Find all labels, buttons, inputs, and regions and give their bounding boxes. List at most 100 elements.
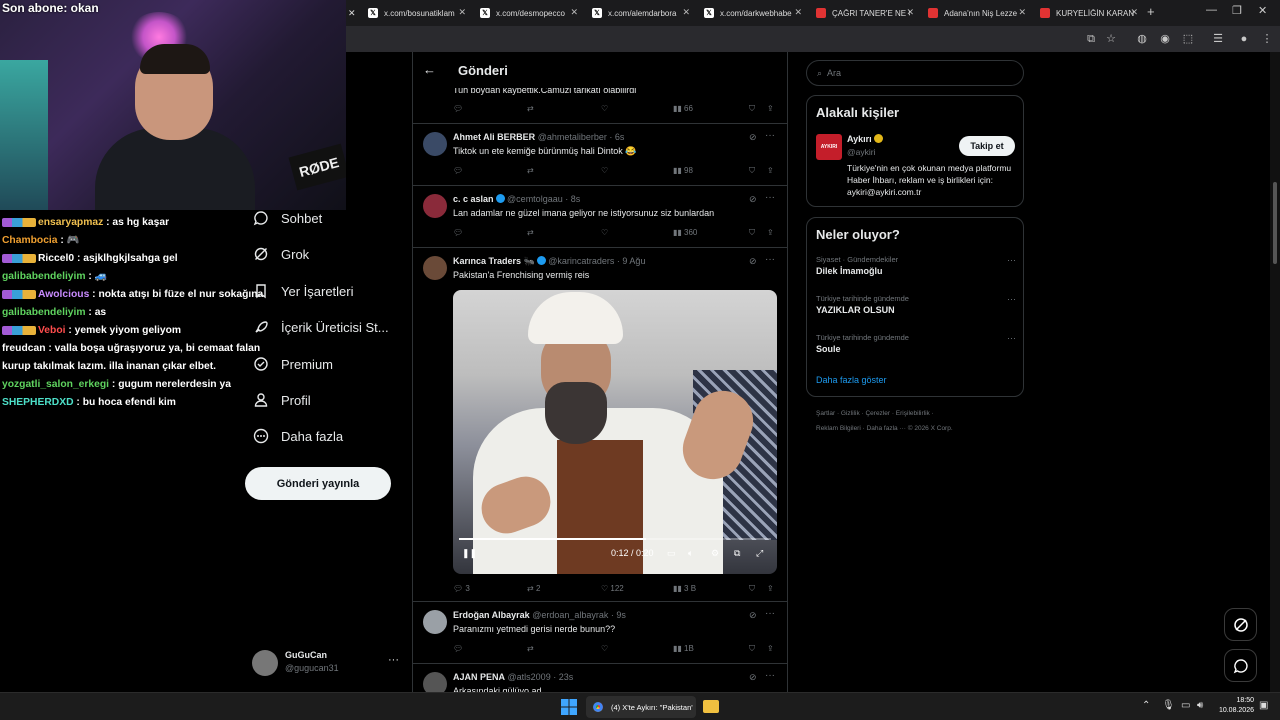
browser-tab[interactable]: ✕ [346, 3, 362, 23]
scrollbar-thumb[interactable] [1273, 182, 1277, 264]
like-icon[interactable]: ♡ [601, 644, 608, 653]
browser-tab[interactable]: KURYELİĞİN KARANL ✕ [1034, 3, 1142, 23]
grok-icon[interactable]: ⊘ [749, 610, 757, 621]
page-scrollbar[interactable] [1270, 52, 1280, 692]
close-tab-icon[interactable]: ✕ [682, 7, 690, 18]
bookmark-icon[interactable]: ⛉ [749, 584, 755, 594]
minimize-icon[interactable]: — [1206, 4, 1217, 16]
repost-icon[interactable]: ⇄ [527, 166, 534, 175]
grok-icon[interactable]: ⊘ [749, 256, 757, 267]
settings-icon[interactable]: ⚙ [711, 548, 719, 559]
author-handle[interactable]: @cemtolgaau · 8s [507, 194, 580, 204]
more-icon[interactable]: ··· [388, 654, 399, 666]
aykiri-logo[interactable]: AYKIRI [816, 134, 842, 160]
trend-item[interactable]: Türkiye tarihinde gündemde Soule ··· [816, 333, 1016, 354]
repost-icon[interactable]: ⇄ [527, 644, 534, 653]
share-icon[interactable]: ⇪ [767, 228, 774, 237]
pip-icon[interactable]: ⧉ [734, 548, 740, 559]
grok-icon[interactable]: ⊘ [749, 132, 757, 143]
bookmark-icon[interactable]: ⛉ [749, 166, 755, 176]
taskbar-chrome-window[interactable]: (4) X'te Aykırı: "Pakistan' [586, 696, 696, 718]
chevron-up-icon[interactable]: ⌃ [1142, 700, 1150, 711]
author-name[interactable]: Karınca Traders 🐜 [453, 256, 535, 266]
reply-icon[interactable]: 💬︎ [453, 104, 463, 113]
bookmark-icon[interactable]: ⛉ [749, 104, 755, 114]
share-icon[interactable]: ⇪ [767, 584, 774, 593]
share-icon[interactable]: ⇪ [767, 166, 774, 175]
post-button[interactable]: Gönderi yayınla [245, 467, 391, 500]
like-icon[interactable]: ♡ [601, 228, 608, 237]
nav-item-grok[interactable]: Grok [252, 242, 309, 266]
nav-item-bookmark[interactable]: Yer İşaretleri [252, 279, 354, 303]
more-icon[interactable]: ··· [1007, 255, 1016, 265]
reply-icon[interactable]: 💬︎ [453, 166, 463, 175]
like-icon[interactable]: ♡ [601, 166, 608, 175]
search-input[interactable]: ⌕ Ara [806, 60, 1024, 86]
back-arrow-icon[interactable]: ← [423, 62, 436, 77]
trend-item[interactable]: Türkiye tarihinde gündemde YAZIKLAR OLSUN… [816, 294, 1016, 315]
more-icon[interactable]: ··· [1007, 294, 1016, 304]
volume-icon[interactable]: 🔈︎ [688, 548, 693, 559]
fullscreen-icon[interactable]: ⤢ [756, 548, 763, 559]
author-name[interactable]: c. c aslan [453, 194, 494, 204]
captions-icon[interactable]: ▭ [667, 548, 676, 559]
author-handle[interactable]: @karincatraders · 9 Ağu [548, 256, 645, 266]
views-count[interactable]: ▮▮ 3 B [673, 584, 696, 593]
browser-tab[interactable]: 𝕏x.com/bosunatiklam ✕ [362, 3, 470, 23]
share-icon[interactable]: ⇪ [767, 104, 774, 113]
extension-icon[interactable]: ◉ [1158, 32, 1172, 46]
star-icon[interactable]: ☆ [1104, 32, 1118, 46]
browser-tab[interactable]: Adana'nın Niş Lezze ✕ [922, 3, 1030, 23]
nav-item-profile[interactable]: Profil [252, 388, 311, 412]
reply-icon[interactable]: 💬︎ [453, 644, 463, 653]
pause-icon[interactable]: ❚❚ [462, 548, 477, 559]
author-name[interactable]: Erdoğan Albayrak [453, 610, 530, 620]
views-count[interactable]: ▮▮ 360 [673, 228, 697, 237]
bookmark-icon[interactable]: ⛉ [749, 228, 755, 238]
close-tab-icon[interactable]: ✕ [570, 7, 578, 18]
browser-tab[interactable]: 𝕏x.com/alemdarbora ✕ [586, 3, 694, 23]
nav-item-more[interactable]: Daha fazla [252, 424, 343, 448]
reply-item[interactable]: Ahmet Ali BERBER @ahmetaliberber · 6s ⊘ ··… [413, 124, 787, 186]
more-icon[interactable]: ··· [765, 254, 775, 265]
grok-icon[interactable]: ⊘ [749, 672, 757, 683]
footer-links[interactable]: Reklam Bilgileri · Daha fazla ··· © 2026… [816, 425, 953, 432]
grok-fab[interactable] [1224, 608, 1257, 641]
volume-icon[interactable]: 🔊︎ [1197, 700, 1203, 711]
new-tab-button[interactable]: + [1147, 4, 1155, 19]
close-tab-icon[interactable]: ✕ [1018, 7, 1026, 18]
close-tab-icon[interactable]: ✕ [794, 7, 802, 18]
extension-icon[interactable]: ◍ [1135, 32, 1149, 46]
notification-icon[interactable]: ▣ [1259, 700, 1268, 711]
repost-icon[interactable]: ⇄ [527, 228, 534, 237]
clock[interactable]: 18:50 10.08.2026 [1214, 696, 1254, 716]
close-tab-icon[interactable]: ✕ [906, 7, 914, 18]
author-handle[interactable]: @erdoan_albayrak · 9s [532, 610, 626, 620]
more-icon[interactable]: ··· [765, 608, 775, 619]
more-icon[interactable]: ··· [765, 670, 775, 681]
reply-item[interactable]: c. c aslan @cemtolgaau · 8s ⊘ ··· Lan adaml… [413, 186, 787, 248]
sidebar-icon[interactable]: ☰ [1211, 32, 1225, 46]
more-icon[interactable]: ··· [1007, 333, 1016, 343]
grok-icon[interactable]: ⊘ [749, 194, 757, 205]
reply-count[interactable]: 💬︎ 3 [453, 584, 470, 593]
browser-tab[interactable]: 𝕏x.com/desmopecco ✕ [474, 3, 582, 23]
close-tab-icon[interactable]: ✕ [458, 7, 466, 18]
browser-tab[interactable]: 𝕏x.com/darkwebhabe ✕ [698, 3, 806, 23]
footer-links[interactable]: Şartlar · Gizlilik · Çerezler · Erişileb… [816, 410, 934, 417]
reply-item[interactable]: AJAN PENA @atls2009 · 23s ⊘ ··· Arkasındaki… [413, 664, 787, 692]
file-explorer-icon[interactable] [703, 700, 719, 713]
reply-item[interactable]: Karınca Traders 🐜 @karincatraders · 9 Ağ… [413, 248, 787, 602]
close-window-icon[interactable]: ✕ [1258, 4, 1267, 17]
puzzle-icon[interactable]: ⬚ [1181, 32, 1195, 46]
bookmark-icon[interactable]: ⛉ [749, 644, 755, 654]
nav-item-premium[interactable]: Premium [252, 352, 333, 376]
profile-icon[interactable]: ● [1237, 32, 1251, 46]
trend-item[interactable]: Siyaset · Gündemdekiler Dilek İmamoğlu ··· [816, 255, 1016, 276]
more-icon[interactable]: ··· [765, 130, 775, 141]
views-count[interactable]: ▮▮ 66 [673, 104, 693, 113]
show-more-link[interactable]: Daha fazla göster [816, 375, 887, 385]
account-switcher[interactable]: GuGuCan @gugucan31 ··· [252, 648, 402, 678]
install-icon[interactable]: ⧉ [1084, 32, 1098, 46]
video-progress-bar[interactable] [459, 538, 771, 540]
